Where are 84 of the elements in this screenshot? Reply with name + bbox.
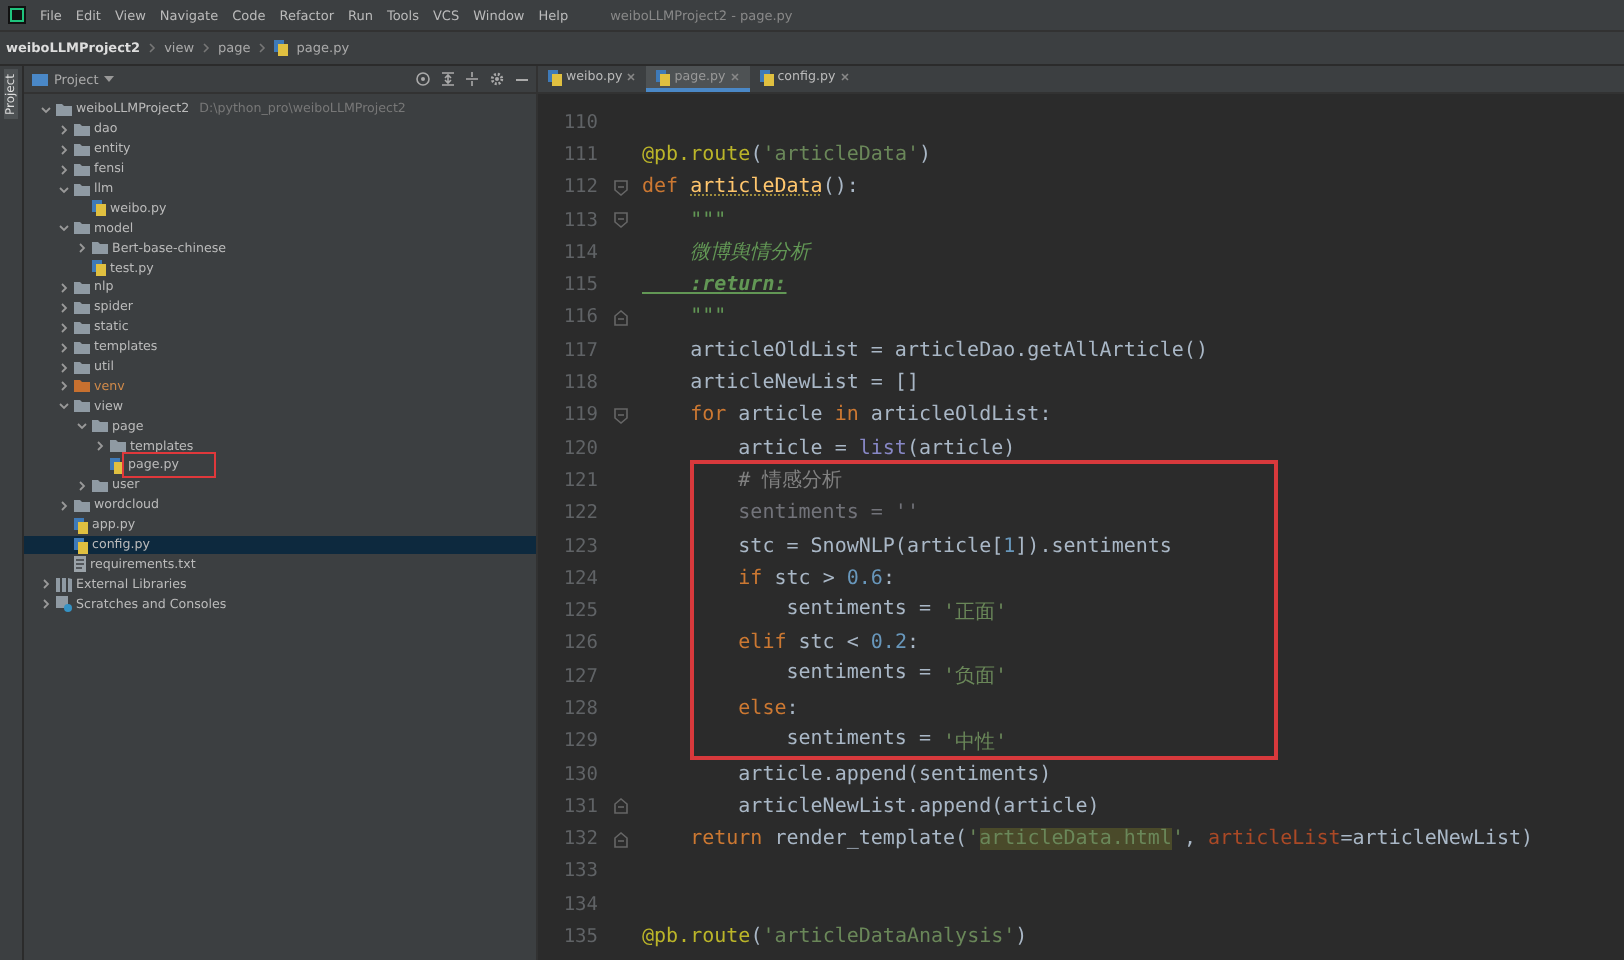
code-line: stc = SnowNLP(article[1]).sentiments [736, 535, 1172, 557]
target-icon[interactable] [416, 72, 430, 86]
close-icon[interactable] [729, 72, 740, 82]
python-file-icon [92, 260, 106, 277]
line-number: 134 [561, 893, 598, 916]
code-line: sentiments = '正面' [784, 597, 1008, 626]
line-number: 117 [561, 339, 598, 362]
line-number: 127 [561, 665, 598, 688]
python-file-icon [274, 40, 289, 56]
code-line: elif stc < 0.2: [736, 632, 919, 655]
fold-icon[interactable] [613, 798, 627, 815]
code-line: sentiments = '负面' [784, 662, 1008, 691]
line-number: 131 [561, 795, 598, 818]
line-number: 124 [561, 567, 598, 590]
code-line: """ [688, 306, 727, 329]
line-number: 121 [561, 469, 598, 492]
line-number: 111 [561, 143, 598, 166]
code-line: articleNewList = [] [688, 372, 919, 395]
line-number: 112 [561, 176, 598, 199]
code-line: """ [688, 209, 727, 232]
line-number: 129 [561, 730, 598, 753]
line-number: 125 [561, 600, 598, 623]
collapse-all-icon[interactable] [466, 72, 478, 86]
chevron-right-icon[interactable] [94, 440, 106, 453]
settings-icon[interactable] [490, 72, 504, 86]
line-number: 119 [561, 404, 598, 427]
code-line: :return: [688, 274, 787, 297]
close-icon[interactable] [626, 72, 637, 82]
line-number: 123 [561, 535, 598, 557]
minimize-icon[interactable] [516, 77, 528, 81]
code-line: @pb.route('articleData') [642, 143, 932, 166]
line-number: 113 [561, 209, 598, 232]
line-number: 122 [561, 502, 598, 525]
code-line: articleOldList = articleDao.getAllArticle() [688, 339, 1208, 362]
python-file-icon [759, 69, 774, 85]
python-file-icon [110, 457, 124, 474]
fold-icon[interactable] [613, 831, 627, 848]
chevron-down-icon[interactable] [40, 103, 52, 116]
library-icon [56, 577, 72, 592]
python-file-icon [548, 69, 562, 85]
code-line: article = list(article) [736, 437, 1016, 460]
line-number: 116 [561, 306, 598, 329]
code-line: sentiments = '中性' [784, 727, 1008, 756]
app-logo-icon [8, 6, 26, 24]
chevron-right-icon[interactable] [76, 242, 88, 255]
python-file-icon [656, 69, 671, 85]
code-line: articleNewList.append(article) [736, 795, 1100, 818]
panel-icon [32, 73, 48, 85]
code-line: sentiments = '' [736, 502, 919, 525]
separator-icon [258, 42, 267, 54]
line-number: 133 [561, 860, 598, 883]
fold-icon[interactable] [613, 212, 627, 229]
separator-icon [148, 42, 157, 54]
code-line: return render_template('articleData.html', articleList=articleNewList) [688, 828, 1534, 851]
python-file-icon [92, 200, 106, 217]
code-line: 微博舆情分析 [688, 239, 811, 267]
code-line: article.append(sentiments) [736, 763, 1052, 786]
line-number: 115 [561, 274, 598, 297]
line-number: 118 [561, 372, 598, 395]
chevron-down-icon[interactable] [58, 222, 70, 235]
text-file-icon [74, 556, 86, 573]
line-number: 132 [561, 828, 598, 851]
code-line: @pb.route('articleDataAnalysis') [642, 926, 1028, 949]
code-line: def articleData(): [642, 176, 859, 199]
fold-icon[interactable] [613, 407, 627, 424]
line-number: 135 [561, 926, 598, 949]
line-number: 120 [561, 437, 598, 460]
separator-icon [202, 42, 211, 54]
close-icon[interactable] [839, 72, 850, 82]
code-line: # 情感分析 [736, 467, 843, 495]
line-number: 126 [561, 632, 598, 655]
line-number: 130 [561, 763, 598, 786]
caret-icon[interactable] [104, 75, 115, 83]
chevron-down-icon[interactable] [58, 183, 70, 195]
scratches-icon [56, 596, 72, 613]
expand-all-icon[interactable] [442, 72, 454, 86]
fold-icon[interactable] [613, 179, 627, 196]
code-line: for article in articleOldList: [688, 404, 1052, 427]
code-line: else: [736, 697, 799, 720]
line-number: 128 [561, 697, 598, 720]
line-number: 110 [561, 111, 598, 134]
line-number: 114 [561, 241, 598, 264]
fold-icon[interactable] [613, 309, 627, 326]
code-line: if stc > 0.6: [736, 567, 895, 590]
